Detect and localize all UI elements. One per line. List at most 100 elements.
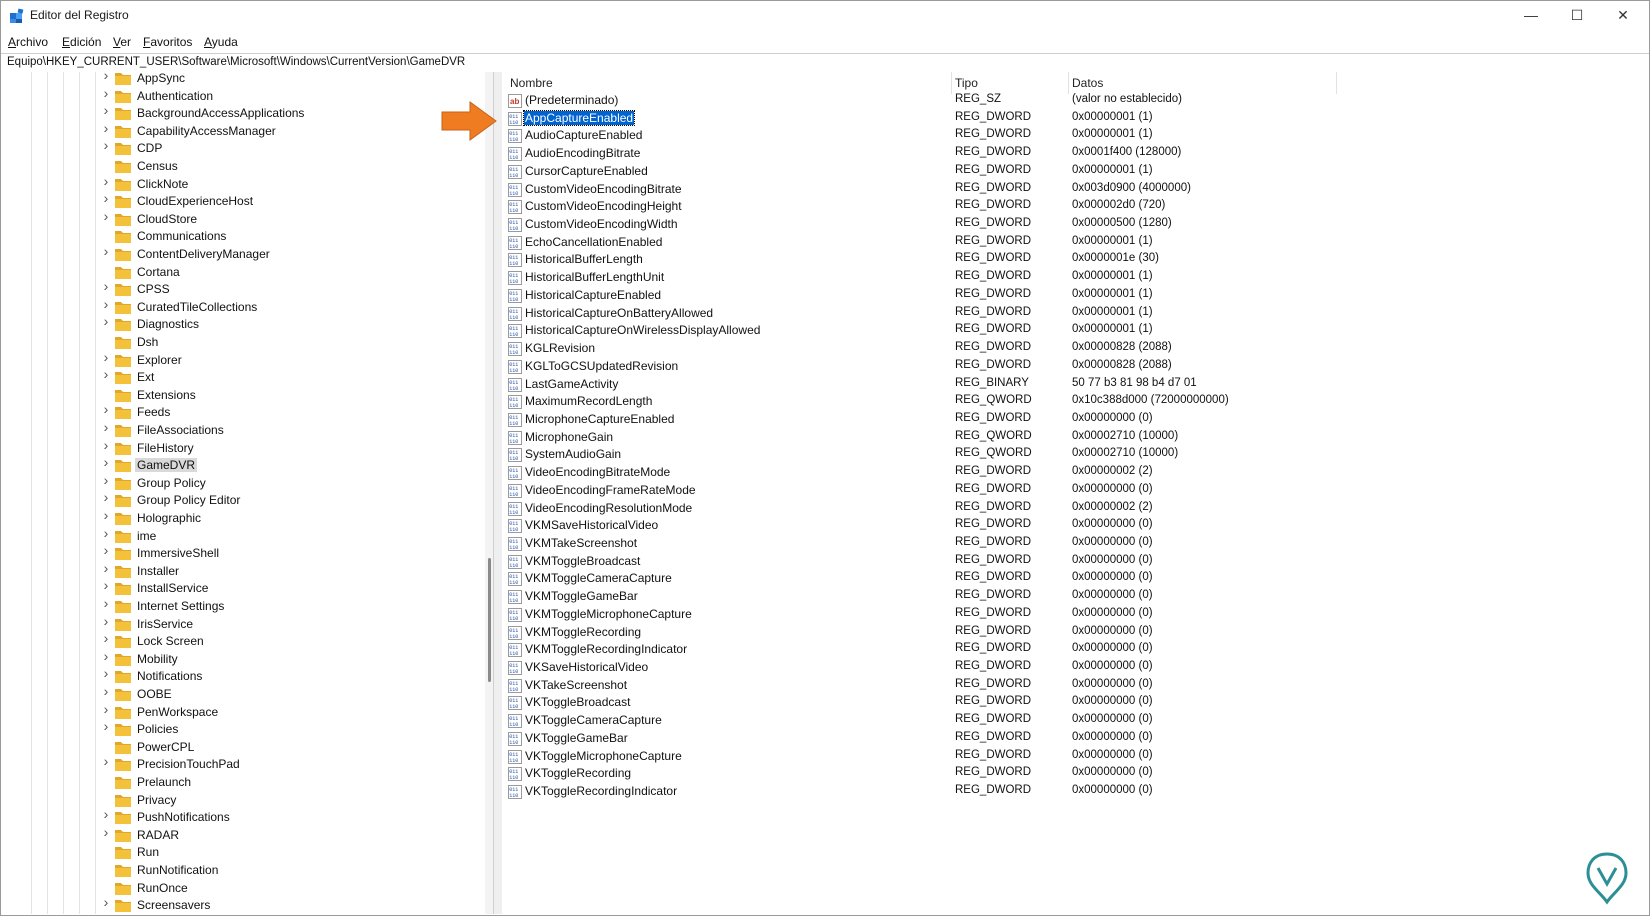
tree-item[interactable]: Dsh [101,334,481,352]
key-tree-pane[interactable]: › AppSync › Authentication › BackgroundAccess… [0,72,494,914]
tree-item[interactable]: › BackgroundAccessApplications [101,103,481,123]
value-row[interactable]: 011 110 VKToggleRecording REG_DWORD 0x000000… [502,765,1642,784]
chevron-right-icon[interactable]: › [101,314,111,328]
chevron-right-icon[interactable]: › [101,807,111,821]
value-row[interactable]: 011 110 EchoCancellationEnabled REG_DWORD 0x… [502,234,1642,253]
value-row[interactable]: ab (Predeterminado) REG_SZ (valor no establ… [502,92,1642,111]
value-row[interactable]: 011 110 HistoricalCaptureEnabled REG_DWORD 0… [502,287,1642,306]
column-separator[interactable] [1336,72,1337,94]
value-row[interactable]: 011 110 MicrophoneGain REG_QWORD 0x00002710 … [502,429,1642,448]
value-row[interactable]: 011 110 MaximumRecordLength REG_QWORD 0x10c3… [502,393,1642,412]
tree-item[interactable]: › Ext [101,367,481,387]
tree-item[interactable]: › Group Policy Editor [101,490,481,510]
tree-item[interactable]: › IrisService [101,614,481,634]
tree-item[interactable]: › PenWorkspace [101,702,481,722]
chevron-right-icon[interactable]: › [101,138,111,152]
tree-item[interactable]: › ime [101,526,481,546]
chevron-right-icon[interactable]: › [101,455,111,469]
tree-item[interactable]: › Group Policy [101,473,481,493]
chevron-right-icon[interactable]: › [101,543,111,557]
tree-item[interactable]: › CloudExperienceHost [101,191,481,211]
chevron-right-icon[interactable]: › [101,666,111,680]
value-row[interactable]: 011 110 VideoEncodingResolutionMode REG_DWO… [502,500,1642,519]
tree-item[interactable]: › Lock Screen [101,631,481,651]
tree-item[interactable]: › CDP [101,138,481,158]
value-row[interactable]: 011 110 HistoricalBufferLengthUnit REG_DWOR… [502,269,1642,288]
chevron-right-icon[interactable]: › [101,895,111,909]
chevron-right-icon[interactable]: › [101,244,111,258]
minimize-button[interactable]: — [1508,0,1554,32]
tree-item[interactable]: › CloudStore [101,209,481,229]
value-row[interactable]: 011 110 CustomVideoEncodingWidth REG_DWORD 0… [502,216,1642,235]
tree-item[interactable]: › PrecisionTouchPad [101,754,481,774]
chevron-right-icon[interactable]: › [101,684,111,698]
tree-item[interactable]: › Authentication [101,86,481,106]
tree-item[interactable]: › ContentDeliveryManager [101,244,481,264]
chevron-right-icon[interactable]: › [101,209,111,223]
value-row[interactable]: 011 110 MicrophoneCaptureEnabled REG_DWORD 0… [502,411,1642,430]
tree-item[interactable]: › AppSync [101,72,481,88]
chevron-right-icon[interactable]: › [101,825,111,839]
tree-item[interactable]: › Feeds [101,402,481,422]
value-row[interactable]: 011 110 VideoEncodingBitrateMode REG_DWORD 0… [502,464,1642,483]
value-row[interactable]: 011 110 VKSaveHistoricalVideo REG_DWORD 0x00… [502,659,1642,678]
chevron-right-icon[interactable]: › [101,174,111,188]
value-row[interactable]: 011 110 VKMToggleMicrophoneCapture REG_DWOR… [502,606,1642,625]
chevron-right-icon[interactable]: › [101,719,111,733]
tree-item[interactable]: Extensions [101,387,481,405]
tree-item[interactable]: › GameDVR [101,455,481,475]
menu-ayuda[interactable]: Ayuda [204,32,238,52]
tree-item[interactable]: PowerCPL [101,739,481,757]
menu-favoritos[interactable]: Favoritos [143,32,192,52]
tree-item[interactable]: › Policies [101,719,481,739]
chevron-right-icon[interactable]: › [101,578,111,592]
tree-item[interactable]: Census [101,158,481,176]
tree-item[interactable]: › CuratedTileCollections [101,297,481,317]
chevron-right-icon[interactable]: › [101,473,111,487]
value-row[interactable]: 011 110 HistoricalCaptureOnBatteryAllowed R… [502,305,1642,324]
chevron-right-icon[interactable]: › [101,631,111,645]
menu-ver[interactable]: Ver [113,32,131,52]
tree-item[interactable]: › Holographic [101,508,481,528]
chevron-right-icon[interactable]: › [101,191,111,205]
tree-item[interactable]: › Notifications [101,666,481,686]
value-row[interactable]: 011 110 VKMToggleCameraCapture REG_DWORD 0x0… [502,570,1642,589]
tree-item[interactable]: › PushNotifications [101,807,481,827]
value-row[interactable]: 011 110 VideoEncodingFrameRateMode REG_DWOR… [502,482,1642,501]
chevron-right-icon[interactable]: › [101,490,111,504]
value-row[interactable]: 011 110 VKMToggleBroadcast REG_DWORD 0x00000… [502,553,1642,572]
value-row[interactable]: 011 110 VKMSaveHistoricalVideo REG_DWORD 0x0… [502,517,1642,536]
value-row[interactable]: 011 110 KGLToGCSUpdatedRevision REG_DWORD 0x… [502,358,1642,377]
tree-item[interactable]: Run [101,844,481,862]
tree-item[interactable]: › InstallService [101,578,481,598]
address-path[interactable]: Equipo\HKEY_CURRENT_USER\Software\Micros… [7,56,465,68]
tree-item[interactable]: › FileAssociations [101,420,481,440]
tree-item[interactable]: › RADAR [101,825,481,845]
value-row[interactable]: 011 110 AppCaptureEnabled REG_DWORD 0x000000… [502,109,1642,129]
chevron-right-icon[interactable]: › [101,297,111,311]
chevron-right-icon[interactable]: › [101,702,111,716]
chevron-right-icon[interactable]: › [101,103,111,117]
chevron-right-icon[interactable]: › [101,86,111,100]
tree-item[interactable]: RunOnce [101,880,481,898]
tree-item[interactable]: › Internet Settings [101,596,481,616]
chevron-right-icon[interactable]: › [101,508,111,522]
tree-item[interactable]: › CapabilityAccessManager [101,121,481,141]
values-pane[interactable]: Nombre Tipo Datos ab (Predeterminado) REG_… [502,72,1649,914]
column-separator[interactable] [1068,72,1069,94]
column-header-name[interactable]: Nombre [510,72,553,94]
value-row[interactable]: 011 110 CustomVideoEncodingBitrate REG_DWOR… [502,181,1642,200]
tree-item[interactable]: › OOBE [101,684,481,704]
chevron-right-icon[interactable]: › [101,420,111,434]
menu-archivo[interactable]: Archivo [8,32,48,52]
chevron-right-icon[interactable]: › [101,350,111,364]
chevron-right-icon[interactable]: › [101,614,111,628]
value-row[interactable]: 011 110 HistoricalCaptureOnWirelessDisplay… [502,322,1642,341]
column-header-data[interactable]: Datos [1072,72,1103,94]
tree-item[interactable]: › CPSS [101,279,481,299]
chevron-right-icon[interactable]: › [101,649,111,663]
value-row[interactable]: 011 110 AudioCaptureEnabled REG_DWORD 0x0000… [502,127,1642,146]
value-row[interactable]: 011 110 VKMToggleRecording REG_DWORD 0x00000… [502,624,1642,643]
chevron-right-icon[interactable]: › [101,367,111,381]
close-button[interactable]: ✕ [1600,0,1646,32]
